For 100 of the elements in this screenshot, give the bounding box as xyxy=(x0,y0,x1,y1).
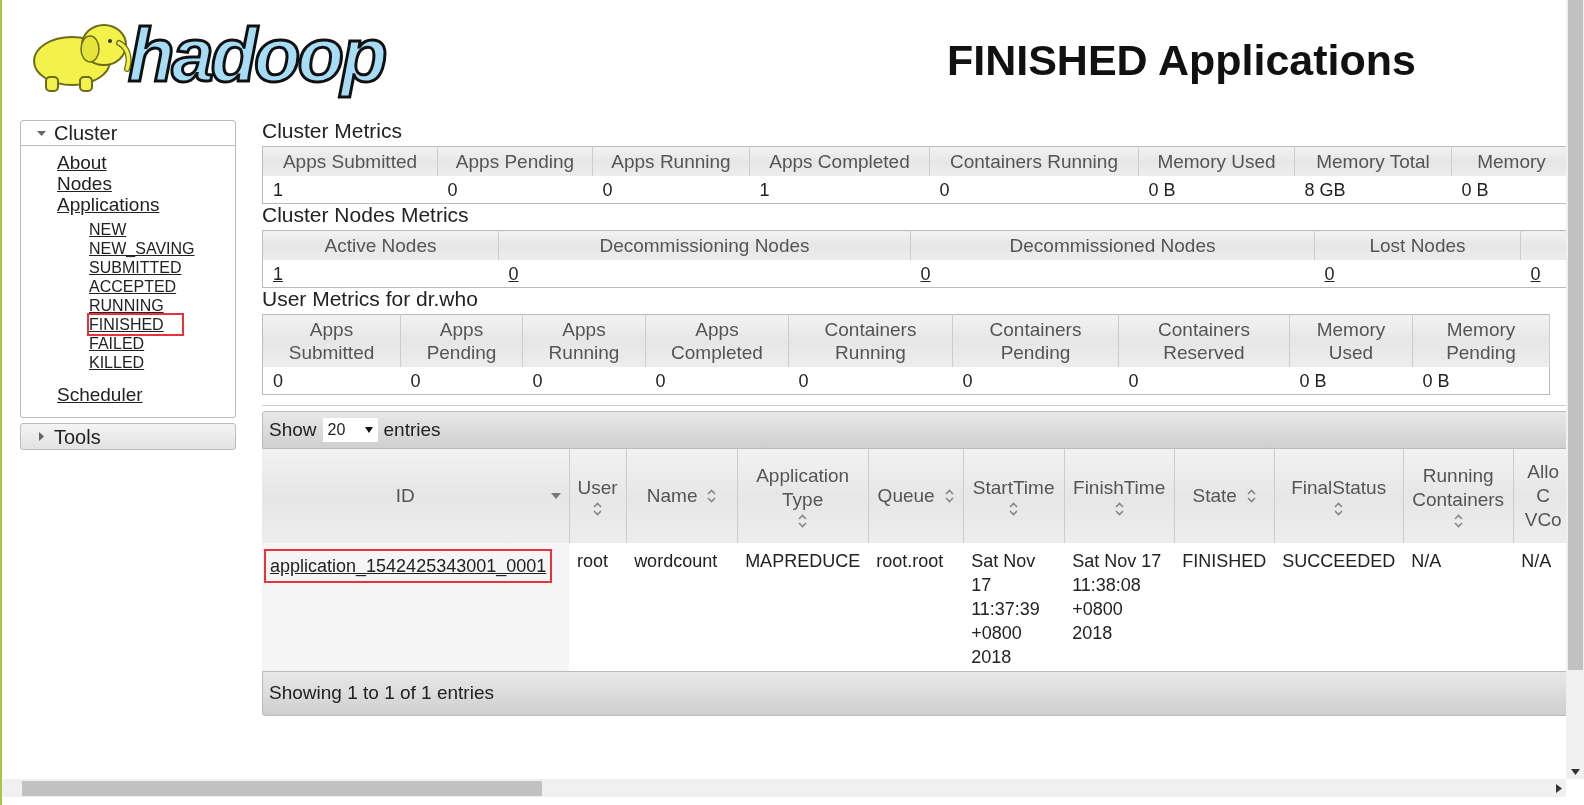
column-header-label: State xyxy=(1192,484,1237,508)
metric-value: 1 xyxy=(759,180,770,200)
column-header xyxy=(1520,230,1566,260)
column-header[interactable]: Running Containers xyxy=(1403,449,1514,543)
column-header: Containers Running xyxy=(788,314,953,367)
column-header: Containers Pending xyxy=(952,314,1119,367)
scroll-down-icon[interactable] xyxy=(1570,769,1580,775)
column-header: Containers Reserved xyxy=(1118,314,1290,367)
nav-link[interactable]: NEW_SAVING xyxy=(89,239,195,258)
column-header: Memory Pending xyxy=(1412,314,1550,367)
column-header-label: Application Type xyxy=(755,464,851,512)
column-header: Apps Completed xyxy=(645,314,789,367)
metric-value: 0 B xyxy=(1299,371,1327,391)
table-cell: N/A xyxy=(1411,551,1442,571)
column-header-label: ID xyxy=(394,484,416,508)
metric-value: 0 xyxy=(602,180,613,200)
table-cell: wordcount xyxy=(634,551,718,571)
column-header[interactable]: StartTime xyxy=(963,449,1065,543)
sidebar-section-header[interactable]: Cluster xyxy=(21,121,235,146)
metric-value: 0 B xyxy=(1148,180,1176,200)
metric-link[interactable]: 0 xyxy=(920,264,931,284)
metric-value: 0 B xyxy=(1461,180,1489,200)
sort-icon[interactable] xyxy=(798,514,808,528)
column-header-label: Queue xyxy=(877,484,935,508)
sort-icon[interactable] xyxy=(1246,489,1256,503)
nav-link[interactable]: ACCEPTED xyxy=(89,277,177,296)
column-header[interactable]: FinalStatus xyxy=(1274,449,1404,543)
column-header: Apps Running xyxy=(522,314,646,367)
column-header-label: FinalStatus xyxy=(1291,476,1387,500)
toolbar-label: entries xyxy=(383,417,441,442)
page-title: FINISHED Applications xyxy=(946,34,1416,86)
column-header: Apps Pending xyxy=(437,146,593,176)
horizontal-scrollbar[interactable] xyxy=(2,779,1566,797)
scrollbar-thumb[interactable] xyxy=(1567,0,1583,670)
nav-link[interactable]: FAILED xyxy=(89,334,145,353)
column-header: Decommissioning Nodes xyxy=(498,230,911,260)
sidebar-section-header[interactable]: Tools xyxy=(21,424,235,449)
column-header[interactable]: User xyxy=(569,449,627,543)
column-header[interactable]: Queue xyxy=(868,449,964,543)
metric-value: 0 xyxy=(962,371,973,391)
metric-link[interactable]: 1 xyxy=(273,264,283,284)
nav-link[interactable]: Applications xyxy=(57,194,160,215)
toolbar-label: Show xyxy=(269,417,317,442)
column-header: Memory xyxy=(1451,146,1566,176)
table-cell: SUCCEEDED xyxy=(1282,551,1396,571)
column-header: Apps Pending xyxy=(400,314,523,367)
metric-value: 8 GB xyxy=(1304,180,1346,200)
entries-select[interactable]: 20 xyxy=(322,418,378,442)
nav-link[interactable]: NEW xyxy=(89,220,127,239)
column-header-label: StartTime xyxy=(972,476,1055,500)
sort-descending-icon[interactable] xyxy=(550,493,561,499)
nav-link[interactable]: RUNNING xyxy=(89,296,164,315)
sort-icon[interactable] xyxy=(1114,502,1124,516)
metric-link[interactable]: 0 xyxy=(1530,264,1541,284)
table-cell: N/A xyxy=(1521,551,1552,571)
application-id-link[interactable]: application_1542425343001_0001 xyxy=(270,553,547,579)
column-header: Apps Completed xyxy=(749,146,930,176)
scroll-right-icon[interactable] xyxy=(1556,783,1562,793)
column-header-label: Allo C VCo xyxy=(1523,460,1563,532)
column-header[interactable]: Name xyxy=(626,449,738,543)
sort-icon[interactable] xyxy=(593,502,603,516)
nav-link[interactable]: KILLED xyxy=(89,353,145,372)
column-header-label: User xyxy=(577,476,618,500)
nav-link[interactable]: Scheduler xyxy=(57,384,143,405)
table-cell: Sat Nov 17 11:38:08 +0800 2018 xyxy=(1072,551,1162,643)
metric-value: 0 B xyxy=(1422,371,1450,391)
sort-icon[interactable] xyxy=(1453,514,1463,528)
metric-value: 0 xyxy=(939,180,950,200)
sort-icon[interactable] xyxy=(707,489,717,503)
column-header[interactable]: Allo C VCo xyxy=(1513,449,1566,543)
section-title: Cluster Nodes Metrics xyxy=(262,202,470,228)
table-cell: Sat Nov 17 11:37:39 +0800 2018 xyxy=(971,551,1040,667)
column-header: Apps Submitted xyxy=(262,314,401,367)
metric-value: 0 xyxy=(655,371,666,391)
column-header: Apps Submitted xyxy=(262,146,438,176)
nav-link[interactable]: FINISHED xyxy=(89,315,182,334)
metric-link[interactable]: 0 xyxy=(508,264,519,284)
metric-value: 0 xyxy=(273,371,283,391)
sort-icon[interactable] xyxy=(944,489,954,503)
column-header[interactable]: Application Type xyxy=(737,449,869,543)
table-cell: MAPREDUCE xyxy=(745,551,861,571)
metric-value: 0 xyxy=(410,371,421,391)
column-header[interactable]: ID xyxy=(262,449,569,543)
metric-value: 0 xyxy=(447,180,458,200)
column-header-label: Name xyxy=(646,484,698,508)
nav-link[interactable]: About xyxy=(57,152,107,173)
sort-icon[interactable] xyxy=(1334,502,1344,516)
dropdown-caret-icon xyxy=(364,427,373,433)
column-header: Memory Used xyxy=(1138,146,1295,176)
vertical-scrollbar[interactable] xyxy=(1566,0,1584,779)
nav-link[interactable]: Nodes xyxy=(57,173,112,194)
nav-link[interactable]: SUBMITTED xyxy=(89,258,182,277)
table-cell: FINISHED xyxy=(1182,551,1267,571)
column-header[interactable]: State xyxy=(1174,449,1275,543)
scrollbar-thumb[interactable] xyxy=(22,780,542,796)
metric-value: 0 xyxy=(798,371,809,391)
sort-icon[interactable] xyxy=(1009,502,1019,516)
metric-link[interactable]: 0 xyxy=(1324,264,1335,284)
column-header[interactable]: FinishTime xyxy=(1064,449,1175,543)
column-header: Memory Used xyxy=(1289,314,1413,367)
